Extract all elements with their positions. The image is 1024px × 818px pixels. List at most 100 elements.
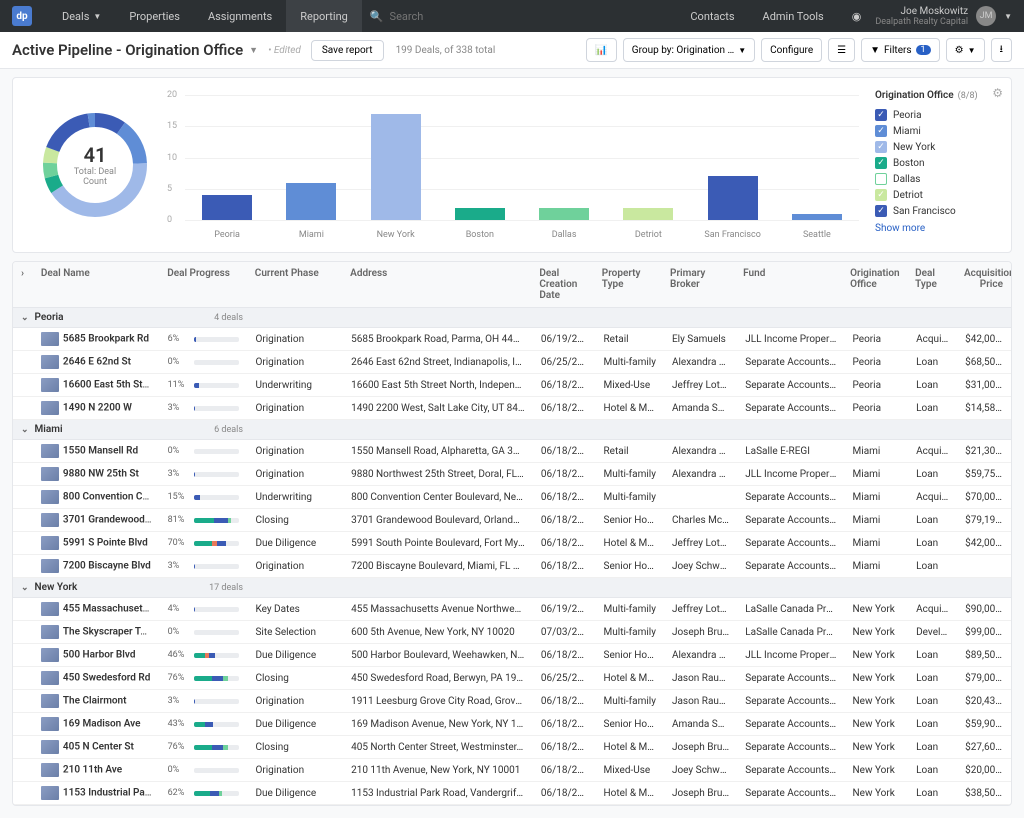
save-report-button[interactable]: Save report — [311, 40, 384, 61]
contacts-link[interactable]: Contacts — [676, 0, 748, 32]
global-search[interactable]: 🔍 — [370, 10, 530, 23]
bar-seattle[interactable] — [792, 214, 842, 220]
type-cell: Multi-family — [596, 353, 664, 372]
date-cell: 06/18/2019 — [533, 738, 596, 757]
search-input[interactable] — [390, 10, 530, 23]
column-header[interactable]: Current Phase — [247, 262, 342, 307]
address-cell: 5991 South Pointe Boulevard, Fort Myers,… — [343, 534, 533, 553]
table-row[interactable]: 800 Convention Center Blvd 15% Underwrit… — [13, 486, 1011, 509]
bar-new-york[interactable] — [371, 114, 421, 220]
nav-reporting[interactable]: Reporting — [286, 0, 362, 32]
table-row[interactable]: The Skyscraper Tower 0% Site Selection 6… — [13, 621, 1011, 644]
chart-toggle-button[interactable]: 📊 — [586, 38, 616, 62]
legend-item-boston[interactable]: ✓Boston — [875, 155, 999, 171]
legend-item-detriot[interactable]: ✓Detriot — [875, 187, 999, 203]
table-row[interactable]: 1550 Mansell Rd 0% Origination 1550 Mans… — [13, 440, 1011, 463]
table-row[interactable]: 1490 N 2200 W 3% Origination 1490 2200 W… — [13, 397, 1011, 420]
type-cell: Multi-family — [596, 600, 664, 619]
table-row[interactable]: 450 Swedesford Rd 76% Closing 450 Swedes… — [13, 667, 1011, 690]
chart-settings-icon[interactable]: ⚙ — [992, 86, 1003, 100]
table-row[interactable]: 1153 Industrial Park Rd 62% Due Diligenc… — [13, 782, 1011, 805]
bar-peoria[interactable] — [202, 195, 252, 220]
nav-properties[interactable]: Properties — [115, 0, 194, 32]
bar-san-francisco[interactable] — [708, 176, 758, 220]
notifications-icon[interactable]: ◉ — [838, 0, 876, 32]
column-header[interactable]: Fund — [735, 262, 842, 307]
legend-item-miami[interactable]: ✓Miami — [875, 123, 999, 139]
legend-item-new-york[interactable]: ✓New York — [875, 139, 999, 155]
price-cell: $42,000,000 — [957, 534, 1011, 553]
legend-item-peoria[interactable]: ✓Peoria — [875, 107, 999, 123]
filters-button[interactable]: ▼Filters1 — [861, 38, 939, 62]
show-more-link[interactable]: Show more — [875, 223, 999, 234]
type-cell: Hotel & Motel — [596, 534, 664, 553]
address-cell: 1550 Mansell Road, Alpharetta, GA 30009 — [343, 442, 533, 461]
deal-name: 210 11th Ave — [63, 765, 122, 776]
chevron-down-icon: ⌄ — [21, 313, 29, 323]
group-row-peoria[interactable]: ⌄Peoria4 deals — [13, 308, 1011, 328]
table-row[interactable]: 455 Massachusetts Ave NW 4% Key Dates 45… — [13, 598, 1011, 621]
group-by-button[interactable]: Group by: Origination …▼ — [623, 38, 755, 62]
fund-cell: JLL Income Property Trust — [737, 465, 844, 484]
column-header[interactable]: Acquisition Price — [956, 262, 1011, 307]
column-header[interactable]: Deal Creation Date — [531, 262, 593, 307]
table-row[interactable]: 405 N Center St 76% Closing 405 North Ce… — [13, 736, 1011, 759]
download-icon: ⭳ — [1000, 42, 1004, 59]
broker-cell: Joseph Bruzzesi — [664, 784, 737, 803]
list-view-button[interactable]: ☰ — [828, 38, 855, 62]
user-name: Joe Moskowitz — [875, 6, 968, 17]
logo[interactable]: dp — [12, 6, 32, 26]
table-row[interactable]: 16600 East 5th St. North 11% Underwritin… — [13, 374, 1011, 397]
progress-bar — [194, 699, 240, 704]
avatar[interactable]: JM — [976, 6, 996, 26]
table-row[interactable]: 7200 Biscayne Blvd 3% Origination 7200 B… — [13, 555, 1011, 578]
legend-label: San Francisco — [893, 206, 956, 217]
table-row[interactable]: 210 11th Ave 0% Origination 210 11th Ave… — [13, 759, 1011, 782]
column-header[interactable]: Deal Name — [33, 262, 159, 307]
group-row-new-york[interactable]: ⌄New York17 deals — [13, 578, 1011, 598]
column-header[interactable]: Deal Type — [907, 262, 956, 307]
table-row[interactable]: 2646 E 62nd St 0% Origination 2646 East … — [13, 351, 1011, 374]
column-header[interactable]: Property Type — [594, 262, 662, 307]
bar-dallas[interactable] — [539, 208, 589, 221]
expand-column[interactable]: › — [13, 262, 33, 307]
admin-tools-link[interactable]: Admin Tools — [749, 0, 838, 32]
table-row[interactable]: 3701 Grandewood Blvd 81% Closing 3701 Gr… — [13, 509, 1011, 532]
table-row[interactable]: 500 Harbor Blvd 46% Due Diligence 500 Ha… — [13, 644, 1011, 667]
nav-assignments[interactable]: Assignments — [194, 0, 286, 32]
column-header[interactable]: Primary Broker — [662, 262, 735, 307]
progress-bar — [194, 518, 240, 523]
download-button[interactable]: ⭳ — [991, 38, 1013, 62]
legend-item-san-francisco[interactable]: ✓San Francisco — [875, 203, 999, 219]
bar-detriot[interactable] — [623, 208, 673, 221]
settings-button[interactable]: ⚙▼ — [946, 38, 985, 62]
chevron-down-icon: ▼ — [93, 12, 101, 21]
fund-cell: JLL Income Property Trust — [737, 646, 844, 665]
table-row[interactable]: 5991 S Pointe Blvd 70% Due Diligence 599… — [13, 532, 1011, 555]
office-cell: Miami — [845, 488, 909, 507]
broker-cell: Jason Rausman — [664, 669, 737, 688]
table-row[interactable]: The Clairmont 3% Origination 1911 Leesbu… — [13, 690, 1011, 713]
chevron-down-icon[interactable]: ▼ — [249, 45, 258, 56]
property-thumbnail — [41, 401, 59, 415]
office-cell: Miami — [845, 511, 909, 530]
legend-item-dallas[interactable]: Dallas — [875, 171, 999, 187]
table-row[interactable]: 169 Madison Ave 43% Due Diligence 169 Ma… — [13, 713, 1011, 736]
bar-boston[interactable] — [455, 208, 505, 221]
column-header[interactable]: Address — [342, 262, 531, 307]
nav-deals[interactable]: Deals▼ — [48, 0, 115, 32]
address-cell: 405 North Center Street, Westminster, MD… — [343, 738, 533, 757]
dealtype-cell: Loan — [908, 465, 957, 484]
deal-name: 800 Convention Center Blvd — [63, 492, 160, 503]
configure-button[interactable]: Configure — [761, 38, 822, 62]
column-header[interactable]: Deal Progress — [159, 262, 247, 307]
office-cell: New York — [845, 692, 909, 711]
column-header[interactable]: Origination Office — [842, 262, 907, 307]
user-menu[interactable]: Joe Moskowitz Dealpath Realty Capital JM… — [875, 6, 1012, 27]
table-row[interactable]: 9880 NW 25th St 3% Origination 9880 Nort… — [13, 463, 1011, 486]
table-row[interactable]: 5685 Brookpark Rd 6% Origination 5685 Br… — [13, 328, 1011, 351]
phase-cell: Origination — [247, 442, 343, 461]
group-row-miami[interactable]: ⌄Miami6 deals — [13, 420, 1011, 440]
fund-cell: Separate Accounts North America — [737, 738, 844, 757]
bar-miami[interactable] — [286, 183, 336, 221]
